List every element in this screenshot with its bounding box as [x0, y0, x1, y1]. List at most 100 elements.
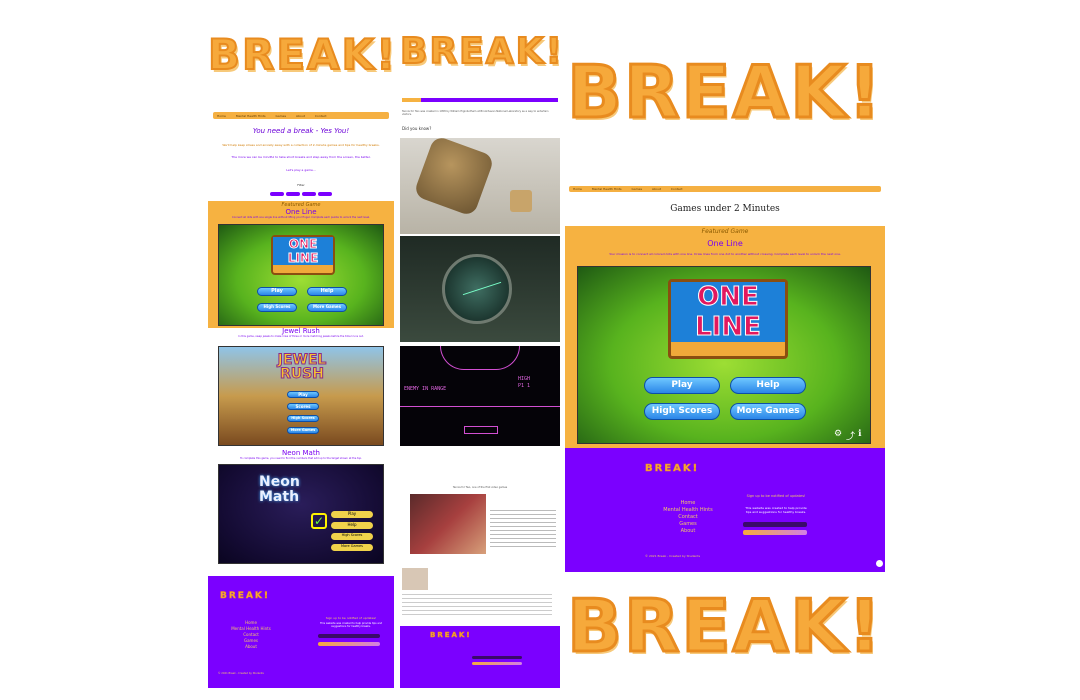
one-line-more-games-button[interactable]: More Games [307, 303, 347, 312]
right-footer-links: Home Mental Health Hints Contact Games A… [655, 500, 721, 535]
oscilloscope-photo [400, 236, 560, 342]
people-photo [410, 494, 486, 554]
right-signup-title: Sign up to be notified of updates! [746, 494, 806, 498]
left-page-screenshot: BREAK! Home Mental Health Hints Games Ab… [208, 12, 394, 688]
middle-site-logo[interactable]: BREAK! [400, 33, 560, 71]
top-nav: Home Mental Health Hints Games About Con… [213, 112, 389, 119]
settings-gear-icon[interactable]: ⚙ [834, 429, 842, 439]
nav-item-about[interactable]: About [296, 114, 305, 118]
nav-item-contact[interactable]: Contact [315, 114, 327, 118]
one-line-game-frame[interactable]: ONE LINE Play Help High Scores More Game… [218, 224, 384, 326]
right-nav-item-games[interactable]: Games [632, 187, 643, 191]
filter-tag-all[interactable] [270, 192, 284, 196]
signup-title: Sign up to be notified of updates! [325, 616, 377, 620]
right-page-heading: Games under 2 Minutes [670, 204, 780, 214]
jewel-rush-game-frame[interactable]: JEWEL RUSH Play Scores High Scores More … [218, 346, 384, 446]
jewel-scores-button[interactable]: Scores [287, 403, 319, 410]
bottom-logo[interactable]: BREAK! [565, 589, 885, 664]
neon-more-games-button: More Games [331, 544, 373, 551]
info-icon[interactable]: ℹ [858, 429, 861, 439]
intro-text-2: The more we can be mindful to take short… [231, 155, 371, 159]
right-signup-email-input[interactable] [743, 522, 807, 527]
featured-game-section: Featured Game One Line Connect all dots … [208, 201, 394, 328]
right-game-desc: Your mission is to connect all colored d… [609, 252, 841, 256]
one-line-help-button[interactable]: Help [307, 287, 347, 296]
game-title-jewel-rush: Jewel Rush [282, 327, 320, 335]
right-nav-item-home[interactable]: Home [573, 187, 582, 191]
jewel-more-games-button[interactable]: More Games [287, 427, 319, 434]
right-game-title: One Line [707, 239, 743, 248]
right-nav-item-contact[interactable]: Contact [671, 187, 683, 191]
middle-footer-submit[interactable] [472, 662, 522, 665]
game-desc-one-line: Connect all dots with one single line wi… [231, 216, 370, 219]
small-die-shape [510, 190, 532, 212]
radar-text-right-1: HIGH [518, 376, 531, 382]
right-nav-item-mental-health[interactable]: Mental Health Hints [592, 187, 622, 191]
neon-checkmark-icon: ✓ [311, 513, 327, 529]
one-line-play-button[interactable]: Play [257, 287, 297, 296]
dodecahedron-shape [412, 138, 496, 218]
site-logo[interactable]: BREAK! [208, 33, 394, 77]
radar-text-left: ENEMY IN RANGE [404, 386, 447, 392]
radar-horizon-shape [400, 406, 560, 407]
game-title-one-line: One Line [285, 208, 317, 216]
footer-link-about[interactable]: About [218, 644, 284, 650]
filter-tags [270, 192, 332, 196]
right-footer-link-home[interactable]: Home [655, 500, 721, 507]
middle-footer: BREAK! [400, 626, 560, 688]
share-icon[interactable]: ⤴ [846, 429, 855, 442]
right-play-button[interactable]: Play [644, 377, 720, 394]
radar-arc-shape [440, 346, 520, 370]
footer-links: Home Mental Health Hints Contact Games A… [218, 620, 284, 650]
game-title-neon-math: Neon Math [282, 449, 320, 457]
right-footer: BREAK! Home Mental Health Hints Contact … [565, 448, 885, 572]
signup-submit-button[interactable] [318, 642, 380, 646]
filter-tag-puzzle[interactable] [286, 192, 300, 196]
neon-math-game-frame[interactable]: Neon Math ✓ Play Help High Scores More G… [218, 464, 384, 564]
right-footer-link-about[interactable]: About [655, 528, 721, 535]
jewel-play-button[interactable]: Play [287, 391, 319, 398]
middle-footer-logo[interactable]: BREAK! [430, 631, 470, 639]
right-featured-section: Featured Game One Line Your mission is t… [565, 226, 885, 448]
site-footer: BREAK! Home Mental Health Hints Contact … [208, 576, 394, 688]
dice-photo [400, 138, 560, 234]
right-site-logo[interactable]: BREAK! [565, 55, 885, 130]
middle-side-text [490, 510, 556, 550]
radar-game-photo: ENEMY IN RANGE HIGH P1 1 [400, 346, 560, 446]
right-footer-logo[interactable]: BREAK! [645, 463, 698, 474]
right-one-line-game-frame[interactable]: ONE LINE Play Help High Scores More Game… [577, 266, 871, 444]
footer-copyright: © 2021 Break - Created by Students [218, 672, 264, 675]
scroll-to-top-button[interactable] [876, 560, 883, 567]
filter-tag-math[interactable] [318, 192, 332, 196]
jewel-highscores-button[interactable]: High Scores [287, 415, 319, 422]
filter-tag-action[interactable] [302, 192, 316, 196]
neon-play-button: Play [331, 511, 373, 518]
game-desc-neon-math: To complete this game, you need to find … [240, 457, 362, 460]
nav-item-mental-health[interactable]: Mental Health Hints [236, 114, 266, 118]
middle-footer-input[interactable] [472, 656, 522, 659]
right-more-games-button[interactable]: More Games [730, 403, 806, 420]
right-featured-label: Featured Game [701, 228, 749, 235]
right-one-line-logo: ONE LINE [668, 279, 788, 359]
middle-page-screenshot: BREAK! Tennis for Two was created in 195… [400, 28, 560, 688]
right-signup-submit-button[interactable] [743, 530, 807, 535]
filter-label: Filter [297, 183, 305, 187]
signup-email-input[interactable] [318, 634, 380, 638]
middle-progress-bar [402, 98, 558, 102]
footer-logo[interactable]: BREAK! [220, 591, 268, 601]
right-footer-link-contact[interactable]: Contact [655, 514, 721, 521]
right-help-button[interactable]: Help [730, 377, 806, 394]
right-signup-note: This website was created to help provide… [745, 506, 807, 514]
middle-article-text: Tennis for Two was created in 1958 by Wi… [402, 110, 549, 117]
right-footer-link-mental-health[interactable]: Mental Health Hints [655, 507, 721, 514]
right-nav-item-about[interactable]: About [652, 187, 661, 191]
nav-item-home[interactable]: Home [217, 114, 226, 118]
nav-item-games[interactable]: Games [276, 114, 287, 118]
right-footer-link-games[interactable]: Games [655, 521, 721, 528]
right-highscores-button[interactable]: High Scores [644, 403, 720, 420]
game-desc-jewel-rush: In this game, swap jewels to make rows o… [238, 335, 364, 338]
jewel-rush-logo: JEWEL RUSH [277, 352, 327, 382]
middle-caption: Tennis for Two, one of the first video g… [452, 486, 508, 489]
one-line-highscores-button[interactable]: High Scores [257, 303, 297, 312]
signup-note: This website was created to help provide… [319, 622, 383, 628]
